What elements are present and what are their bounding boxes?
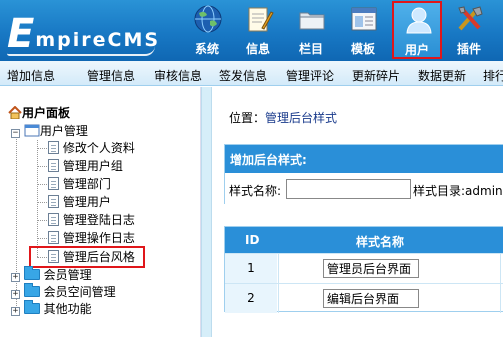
user-icon [406, 7, 432, 34]
collapse-toggle-icon[interactable]: − [11, 129, 20, 138]
row-style-name-input[interactable] [323, 289, 419, 308]
add-style-form: 增加后台样式: 样式名称: 样式目录:adminst [224, 144, 503, 204]
window-folder-icon [24, 124, 40, 137]
menu-item-manage-info[interactable]: 管理信息 [87, 67, 135, 84]
style-dir-label: 样式目录:adminst [413, 184, 503, 198]
document-icon [48, 213, 59, 226]
nav-column[interactable]: 栏目 [288, 0, 334, 61]
nav-plugin[interactable]: 插件 [446, 0, 492, 61]
main-content: 位置：管理后台样式 增加后台样式: 样式名称: 样式目录:adminst ID … [212, 87, 503, 337]
column-header-style-name: 样式名称 [356, 235, 405, 249]
nav-template[interactable]: 模板 [340, 0, 386, 61]
expand-toggle-icon[interactable]: + [11, 273, 20, 282]
table-header: ID 样式名称 [225, 227, 503, 253]
nav-user[interactable]: 用户 [392, 1, 442, 59]
add-style-title: 增加后台样式: [225, 145, 503, 173]
document-icon [48, 159, 59, 172]
breadcrumb: 位置：管理后台样式 [229, 111, 338, 125]
tree-item-login-log[interactable]: 管理登陆日志 [48, 212, 135, 229]
row-id: 2 [225, 284, 277, 313]
menu-item-review-info[interactable]: 审核信息 [154, 67, 202, 84]
template-window-icon [351, 7, 377, 31]
sub-menu-bar: 增加信息 管理信息 审核信息 签发信息 管理评论 更新碎片 数据更新 排行 [0, 61, 503, 86]
selected-item-highlight [29, 246, 145, 268]
folder-icon [299, 12, 325, 30]
nav-info[interactable]: 信息 [235, 0, 281, 61]
tree-folder-other-functions[interactable]: + 其他功能 [11, 300, 92, 318]
tree-folder-member-management[interactable]: + 会员管理 [11, 266, 92, 284]
breadcrumb-link[interactable]: 管理后台样式 [265, 111, 337, 125]
document-icon [48, 177, 59, 190]
tree-root-user-panel[interactable]: 用户面板 [8, 105, 70, 122]
document-icon [48, 195, 59, 208]
folder-icon [23, 300, 40, 314]
home-icon [8, 105, 22, 120]
folder-icon [23, 266, 40, 280]
tools-icon [458, 6, 483, 31]
menu-item-update-fragments[interactable]: 更新碎片 [352, 67, 400, 84]
top-header: EmpireCMS 系统 信息 栏目 模板 用户 插件 [0, 0, 503, 61]
menu-item-add-info[interactable]: 增加信息 [7, 67, 55, 84]
expand-toggle-icon[interactable]: + [11, 290, 20, 299]
pane-splitter[interactable] [201, 87, 212, 337]
document-icon [48, 141, 59, 154]
folder-icon [23, 283, 40, 297]
style-list-table: ID 样式名称 1 2 [224, 226, 503, 313]
tree-item-manage-users[interactable]: 管理用户 [48, 194, 111, 211]
menu-item-ranking[interactable]: 排行 [483, 67, 503, 84]
menu-item-manage-comments[interactable]: 管理评论 [286, 67, 334, 84]
document-icon [48, 231, 59, 244]
tree-item-manage-departments[interactable]: 管理部门 [48, 176, 111, 193]
empirecms-logo: EmpireCMS [7, 11, 161, 57]
menu-item-update-data[interactable]: 数据更新 [418, 67, 466, 84]
tree-folder-member-space[interactable]: + 会员空间管理 [11, 283, 116, 301]
globe-icon [194, 5, 222, 33]
row-style-name-input[interactable] [323, 259, 419, 278]
tree-item-edit-profile[interactable]: 修改个人资料 [48, 140, 135, 157]
row-id: 1 [225, 254, 277, 283]
tree-group-user-management[interactable]: − 用户管理 [11, 123, 88, 140]
expand-toggle-icon[interactable]: + [11, 307, 20, 316]
style-name-input[interactable] [286, 179, 411, 199]
nav-system[interactable]: 系统 [184, 0, 230, 61]
column-header-id: ID [245, 233, 260, 247]
style-name-label: 样式名称: [229, 184, 282, 198]
menu-item-issue-info[interactable]: 签发信息 [219, 67, 267, 84]
tree-item-operation-log[interactable]: 管理操作日志 [48, 230, 135, 247]
notepad-icon [248, 7, 274, 32]
table-row: 2 [225, 283, 503, 313]
tree-item-manage-user-groups[interactable]: 管理用户组 [48, 158, 123, 175]
table-row: 1 [225, 253, 503, 283]
